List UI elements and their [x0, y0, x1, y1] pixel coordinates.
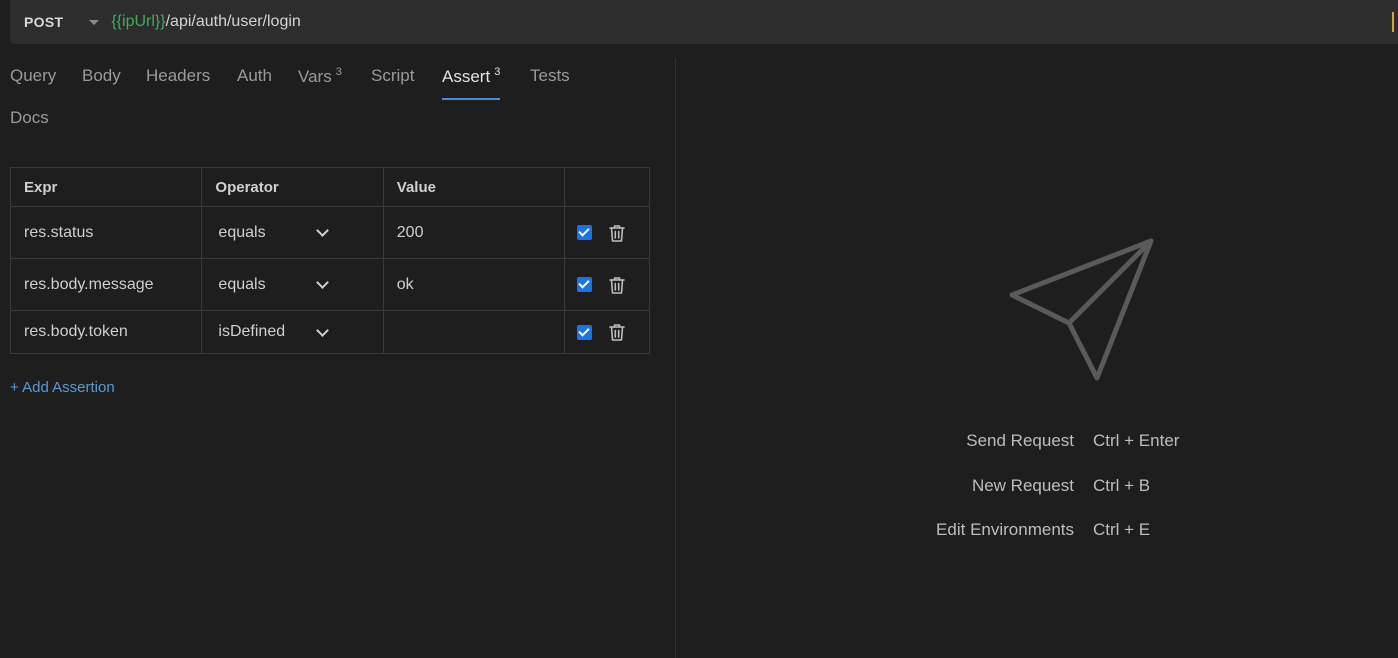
url-bar-edge-icon: [1392, 12, 1398, 32]
tab-vars-count: 3: [335, 66, 342, 78]
enabled-checkbox[interactable]: [577, 225, 593, 240]
enabled-checkbox[interactable]: [577, 277, 593, 292]
expr-field[interactable]: res.body.message: [9, 258, 203, 311]
value-field[interactable]: 200: [382, 206, 566, 259]
chevron-down-icon[interactable]: [316, 323, 330, 337]
operator-select[interactable]: equals: [201, 206, 384, 259]
tab-auth[interactable]: Auth: [237, 66, 272, 100]
table-row: res.body.message equals ok: [9, 258, 650, 311]
shortcut-env-label: Edit Environments: [936, 520, 1074, 539]
tab-query[interactable]: Query: [10, 66, 56, 100]
value-field[interactable]: ok: [382, 258, 566, 311]
assertions-table: Expr Operator Value res.status equals 20…: [9, 167, 650, 354]
tab-assert[interactable]: Assert 3: [442, 66, 501, 100]
url-path: /api/auth/user/login: [165, 13, 301, 30]
tab-script[interactable]: Script: [371, 66, 414, 100]
tab-tests[interactable]: Tests: [530, 66, 570, 100]
pane-divider[interactable]: [675, 58, 676, 658]
url-bar[interactable]: POST {{ipUrl}}/api/auth/user/login: [10, 0, 1398, 44]
header-actions: [564, 167, 650, 207]
method-caret-icon[interactable]: [89, 19, 100, 25]
chevron-down-icon[interactable]: [316, 276, 330, 289]
url-input[interactable]: {{ipUrl}}/api/auth/user/login: [111, 13, 300, 31]
expr-field[interactable]: res.body.token: [9, 310, 203, 354]
chevron-down-icon[interactable]: [316, 224, 330, 237]
request-pane: POST {{ipUrl}}/api/auth/user/login Query…: [0, 0, 1398, 658]
enabled-checkbox[interactable]: [577, 324, 593, 340]
trash-icon[interactable]: [608, 322, 626, 342]
table-row: res.status equals 200: [9, 206, 650, 259]
operator-select[interactable]: isDefined: [201, 310, 384, 354]
tab-assert-count: 3: [494, 66, 501, 78]
row-actions: [564, 258, 650, 311]
header-expr: Expr: [9, 167, 203, 207]
method-selector[interactable]: POST: [24, 14, 63, 30]
operator-select[interactable]: equals: [201, 258, 384, 311]
trash-icon[interactable]: [608, 223, 626, 243]
row-actions: [564, 206, 650, 259]
header-value: Value: [382, 167, 566, 207]
shortcut-env-keys: Ctrl + E: [1093, 520, 1151, 539]
table-row: res.body.token isDefined: [9, 310, 650, 354]
shortcut-new-label: New Request: [971, 476, 1074, 495]
url-variable: {{ipUrl}}: [111, 13, 166, 30]
expr-field[interactable]: res.status: [9, 206, 203, 259]
row-actions: [564, 310, 650, 354]
header-operator: Operator: [201, 167, 384, 207]
tab-body[interactable]: Body: [82, 66, 121, 100]
value-field[interactable]: [382, 310, 566, 354]
paper-plane-icon: [1009, 238, 1154, 381]
shortcut-send-keys: Ctrl + Enter: [1093, 431, 1180, 450]
shortcut-new-keys: Ctrl + B: [1093, 476, 1151, 495]
tab-docs[interactable]: Docs: [10, 108, 49, 142]
tab-vars[interactable]: Vars 3: [298, 66, 342, 100]
table-header-row: Expr Operator Value: [9, 167, 650, 207]
add-assertion-button[interactable]: + Add Assertion: [10, 379, 115, 396]
trash-icon[interactable]: [608, 275, 626, 295]
shortcut-send-label: Send Request: [966, 431, 1074, 450]
tab-headers[interactable]: Headers: [146, 66, 210, 100]
